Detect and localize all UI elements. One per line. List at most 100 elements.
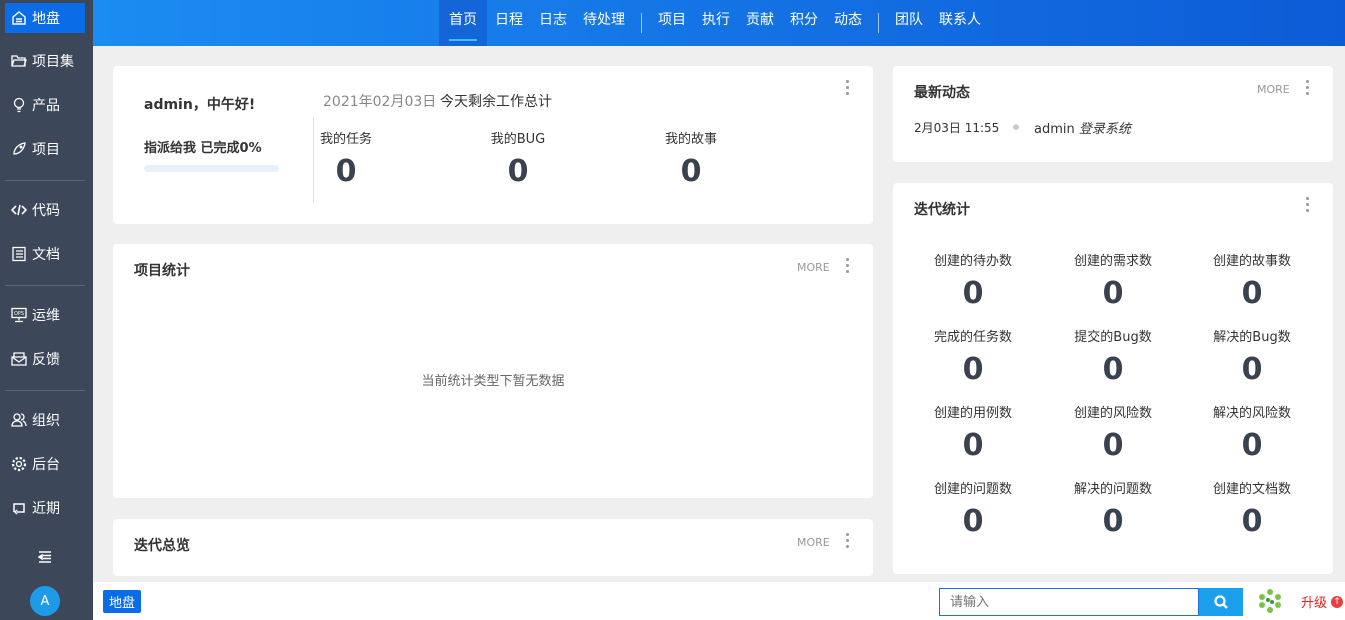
iteration-stat-label: 解决的Bug数: [1213, 330, 1291, 345]
assigned-progress-text: 指派给我 已完成0%: [144, 141, 262, 156]
ops-monitor-icon: OPS: [11, 307, 27, 323]
sidebar-item-3[interactable]: 项目: [5, 134, 85, 164]
iteration-stat-value[interactable]: 0: [1182, 352, 1322, 387]
app-logo-icon[interactable]: [1258, 589, 1282, 613]
timeline-dot: [1013, 124, 1019, 130]
iteration-stat-value[interactable]: 0: [903, 276, 1043, 311]
iteration-stat-value[interactable]: 0: [1182, 504, 1322, 539]
nav-tab[interactable]: 待处理: [575, 0, 633, 46]
lightbulb-icon: [13, 97, 25, 113]
iteration-stat-label: 提交的Bug数: [1074, 330, 1152, 345]
sidebar-item-4[interactable]: 代码: [5, 195, 85, 225]
iteration-stat-label: 创建的待办数: [933, 254, 1012, 269]
stat-value[interactable]: 0: [621, 154, 761, 189]
activity-user: admin: [1034, 122, 1075, 137]
more-options-icon[interactable]: [1306, 197, 1310, 215]
latest-activity-card: 最新动态 MORE 2月03日 11:55 admin 登录系统: [893, 66, 1333, 162]
stat-value[interactable]: 0: [448, 154, 588, 189]
divider: [5, 285, 85, 286]
summary-label: 今天剩余工作总计: [440, 94, 552, 110]
progress-bar: [144, 165, 279, 172]
iteration-stat-value[interactable]: 0: [1182, 428, 1322, 463]
sidebar-item-label: 项目: [32, 142, 60, 158]
date: 2021年02月03日: [323, 94, 437, 110]
divider: [5, 390, 85, 391]
iteration-stat-value[interactable]: 0: [1043, 428, 1183, 463]
upgrade-arrow-icon: ↑: [1331, 595, 1344, 608]
collapse-menu-icon[interactable]: [37, 549, 53, 565]
iteration-stat-value[interactable]: 0: [903, 428, 1043, 463]
iteration-stat-label: 创建的文档数: [1212, 482, 1291, 497]
top-nav-bar: 首页 日程 日志 待处理 项目 执行 贡献 积分 动态 团队 联系人: [93, 0, 1345, 46]
stat-label: 我的故事: [664, 132, 717, 147]
iteration-stat-label: 创建的故事数: [1212, 254, 1291, 269]
iteration-stat-value[interactable]: 0: [1182, 276, 1322, 311]
current-page-tag[interactable]: 地盘: [103, 590, 142, 613]
users-icon: [11, 413, 27, 427]
sidebar-item-label: 产品: [32, 98, 60, 114]
iteration-stat-value[interactable]: 0: [903, 352, 1043, 387]
greeting: admin，中午好!: [144, 97, 256, 113]
more-options-icon[interactable]: [1306, 80, 1310, 98]
more-link[interactable]: MORE: [1257, 83, 1290, 96]
nav-tab[interactable]: 联系人: [931, 0, 989, 46]
activity-action: 登录系统: [1078, 122, 1131, 137]
upgrade-link[interactable]: 升级 ↑: [1301, 592, 1344, 611]
gear-icon: [11, 456, 27, 472]
stat-label: 我的任务: [319, 132, 372, 147]
more-link[interactable]: MORE: [797, 261, 830, 274]
nav-separator: [878, 13, 879, 33]
iteration-stat-value[interactable]: 0: [1043, 504, 1183, 539]
sidebar-item-2[interactable]: 产品: [5, 90, 85, 120]
iteration-stat-label: 创建的问题数: [933, 482, 1012, 497]
main-nav: 首页 日程 日志 待处理 项目 执行 贡献 积分 动态 团队 联系人: [439, 0, 989, 46]
more-options-icon[interactable]: [846, 258, 850, 276]
document-icon: [12, 246, 26, 262]
iteration-stat-value[interactable]: 0: [1043, 352, 1183, 387]
nav-tab[interactable]: 执行: [694, 0, 738, 46]
feedback-icon: [11, 352, 27, 366]
sidebar-item-7[interactable]: 反馈: [5, 344, 85, 374]
home-icon: [12, 11, 26, 25]
iteration-overview-card: 迭代总览 MORE: [113, 519, 873, 576]
nav-tab[interactable]: 首页: [439, 0, 487, 46]
sidebar-item-label: 地盘: [32, 11, 60, 27]
search-button[interactable]: [1199, 588, 1243, 616]
nav-tab[interactable]: 项目: [650, 0, 694, 46]
sidebar-item-label: 代码: [32, 203, 60, 219]
more-options-icon[interactable]: [846, 533, 850, 551]
sidebar-item-label: 运维: [32, 308, 60, 324]
more-link[interactable]: MORE: [797, 536, 830, 549]
nav-tab[interactable]: 动态: [826, 0, 870, 46]
project-stats-card: 项目统计 MORE 当前统计类型下暂无数据: [113, 244, 873, 498]
more-options-icon[interactable]: [846, 80, 850, 98]
nav-tab[interactable]: 日志: [531, 0, 575, 46]
iteration-stat-label: 创建的风险数: [1073, 406, 1152, 421]
card-title: 迭代总览: [134, 538, 190, 554]
iteration-stat-value[interactable]: 0: [903, 504, 1043, 539]
nav-tab[interactable]: 日程: [487, 0, 531, 46]
nav-tab[interactable]: 贡献: [738, 0, 782, 46]
sidebar-item-label: 组织: [32, 413, 60, 429]
nav-tab[interactable]: 积分: [782, 0, 826, 46]
sidebar-item-6[interactable]: OPS 运维: [5, 300, 85, 330]
sidebar-item-1[interactable]: 项目集: [5, 46, 85, 76]
avatar[interactable]: A: [30, 586, 60, 616]
nav-separator: [641, 13, 642, 33]
sidebar-item-8[interactable]: 组织: [5, 405, 85, 435]
upgrade-label: 升级: [1301, 596, 1328, 611]
nav-tab[interactable]: 团队: [887, 0, 931, 46]
iteration-stat-value[interactable]: 0: [1043, 276, 1183, 311]
iteration-stat-label: 创建的需求数: [1073, 254, 1152, 269]
activity-entry[interactable]: admin 登录系统: [1034, 118, 1131, 137]
sidebar-item-0[interactable]: 地盘: [5, 3, 85, 33]
sidebar-item-10[interactable]: 近期: [5, 493, 85, 523]
sidebar-item-5[interactable]: 文档: [5, 239, 85, 269]
search-input[interactable]: [939, 588, 1199, 616]
sidebar-item-9[interactable]: 后台: [5, 449, 85, 479]
card-title: 最新动态: [914, 85, 970, 101]
stat-value[interactable]: 0: [276, 154, 416, 189]
sidebar-item-label: 项目集: [32, 54, 74, 70]
card-title: 迭代统计: [914, 202, 970, 218]
sidebar-item-label: 近期: [32, 501, 60, 517]
